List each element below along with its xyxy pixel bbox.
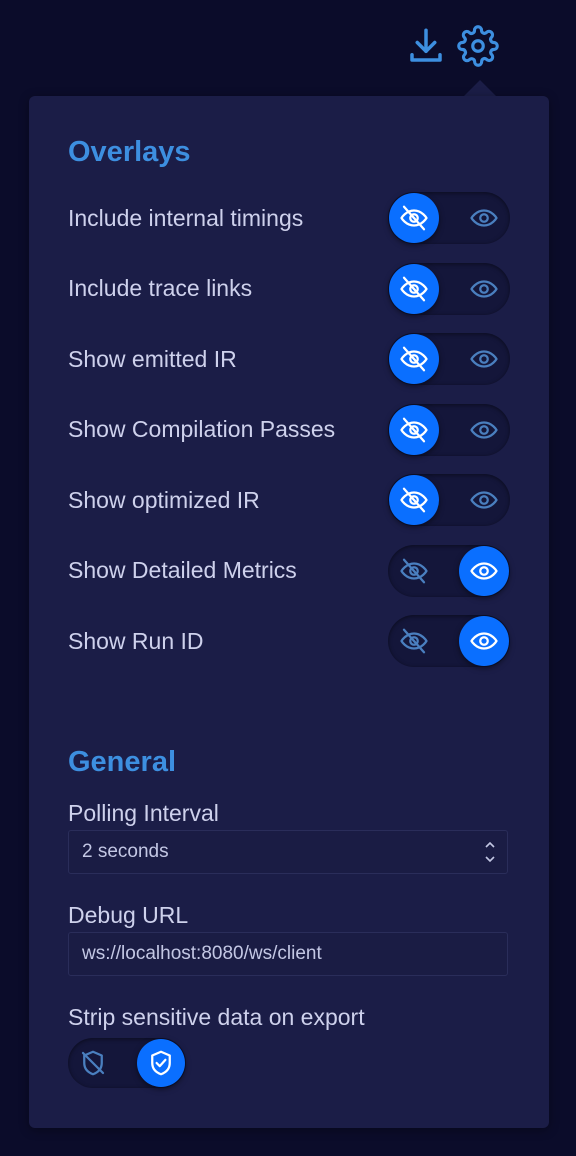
strip-sensitive-toggle[interactable]: [68, 1038, 186, 1088]
select-chevrons-icon: [483, 840, 497, 864]
eye-off-icon[interactable]: [389, 616, 439, 666]
overlay-label: Show Detailed Metrics: [68, 557, 297, 583]
overlay-row: Show emitted IR: [68, 333, 510, 385]
visibility-toggle[interactable]: [388, 333, 510, 385]
eye-off-icon[interactable]: [389, 404, 439, 455]
eye-icon[interactable]: [459, 193, 509, 243]
visibility-toggle[interactable]: [388, 615, 510, 667]
polling-interval-value: 2 seconds: [82, 841, 169, 862]
debug-url-input[interactable]: ws://localhost:8080/ws/client: [68, 932, 508, 976]
eye-icon[interactable]: [459, 334, 509, 384]
overlays-heading: Overlays: [68, 136, 191, 168]
eye-off-icon[interactable]: [389, 475, 439, 525]
overlay-label: Show emitted IR: [68, 345, 237, 372]
strip-sensitive-label: Strip sensitive data on export: [68, 1004, 365, 1030]
eye-icon[interactable]: [459, 475, 509, 525]
overlay-label: Show Run ID: [68, 627, 204, 654]
visibility-toggle[interactable]: [388, 262, 510, 315]
visibility-toggle[interactable]: [388, 474, 510, 526]
polling-interval-select[interactable]: 2 seconds: [68, 830, 508, 874]
eye-off-icon[interactable]: [389, 193, 439, 243]
popover-caret: [464, 80, 496, 96]
shield-check-icon[interactable]: [137, 1039, 185, 1087]
eye-icon[interactable]: [459, 545, 509, 596]
overlay-label: Show optimized IR: [68, 486, 260, 513]
eye-off-icon[interactable]: [389, 334, 439, 384]
eye-icon[interactable]: [459, 405, 509, 455]
visibility-toggle[interactable]: [388, 403, 510, 456]
gear-icon[interactable]: [456, 24, 500, 68]
overlay-label: Include trace links: [68, 275, 253, 301]
general-heading: General: [68, 746, 176, 778]
debug-url-value: ws://localhost:8080/ws/client: [82, 943, 322, 964]
visibility-toggle[interactable]: [388, 544, 510, 597]
overlay-row: Include internal timings: [68, 192, 510, 244]
eye-off-icon[interactable]: [389, 263, 439, 314]
overlay-row: Include trace links: [68, 262, 510, 315]
overlay-row: Show Compilation Passes: [68, 403, 510, 456]
overlay-label: Include internal timings: [68, 204, 304, 231]
overlay-row: Show optimized IR: [68, 474, 510, 526]
polling-interval-label: Polling Interval: [68, 800, 219, 826]
overlay-row: Show Run ID: [68, 615, 510, 667]
debug-url-label: Debug URL: [68, 902, 189, 928]
eye-icon[interactable]: [459, 264, 509, 314]
overlay-label: Show Compilation Passes: [68, 416, 336, 442]
download-icon[interactable]: [404, 24, 448, 68]
toolbar: [404, 24, 500, 68]
overlay-row: Show Detailed Metrics: [68, 544, 510, 597]
eye-icon[interactable]: [459, 616, 509, 666]
eye-off-icon[interactable]: [389, 546, 439, 596]
settings-panel: Overlays Include internal timings Include…: [29, 96, 549, 1128]
visibility-toggle[interactable]: [388, 192, 510, 244]
shield-off-icon[interactable]: [69, 1039, 117, 1087]
